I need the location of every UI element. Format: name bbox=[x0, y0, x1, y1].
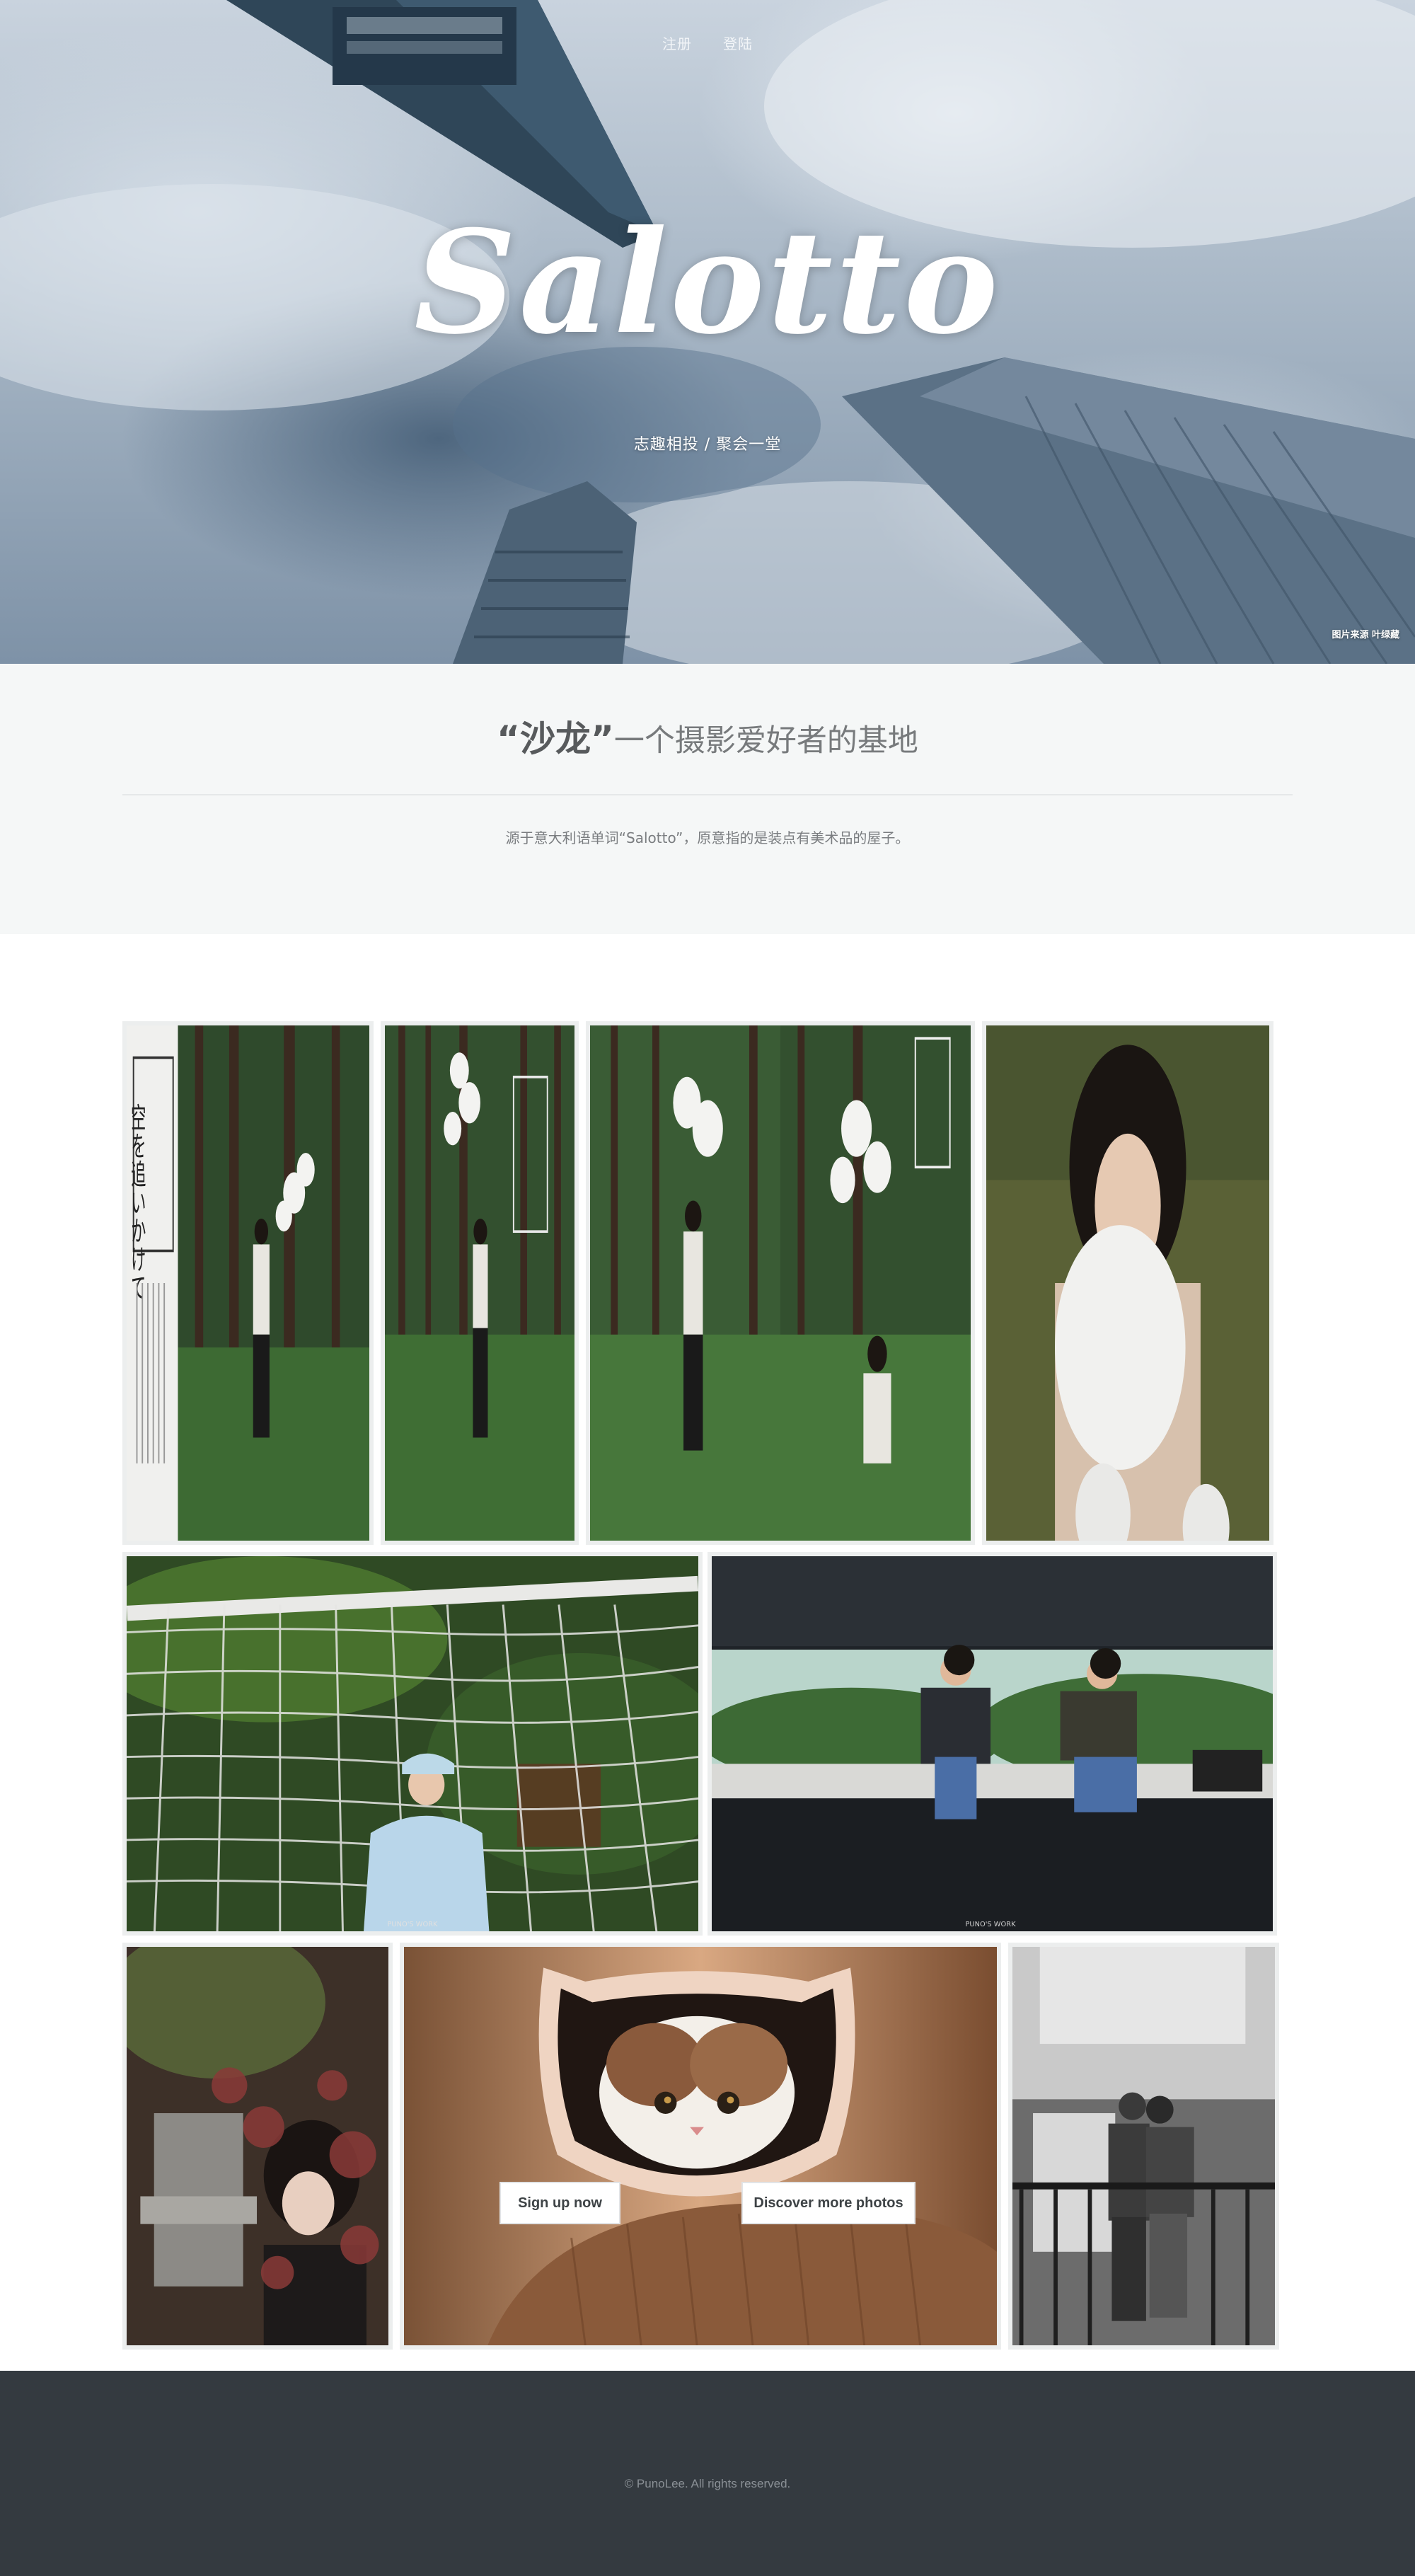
footer: © PunoLee. All rights reserved. bbox=[0, 2371, 1415, 2576]
photo-image bbox=[1012, 1947, 1275, 2345]
hero-tagline: 志趣相投 / 聚会一堂 bbox=[633, 436, 782, 454]
copyright-text: © PunoLee. All rights reserved. bbox=[624, 2477, 791, 2490]
gallery-photo-girl-white-balloon[interactable] bbox=[982, 1021, 1274, 1545]
gallery-photo-poster-balloons[interactable]: 空を追いかけて bbox=[122, 1021, 374, 1545]
photo-image bbox=[404, 1947, 997, 2345]
photo-image: 空を追いかけて bbox=[127, 1025, 369, 1541]
hero-banner: 注册 登陆 Salotto 志趣相投 / 聚会一堂 图片来源 叶绿藏 bbox=[0, 0, 1415, 664]
gallery-photo-girl-soccer-net[interactable]: PUNO'S WORK bbox=[122, 1552, 703, 1936]
photo-image bbox=[986, 1025, 1269, 1541]
gallery-photo-couple-balcony[interactable] bbox=[1008, 1943, 1279, 2350]
nav-signup-link[interactable]: 注册 bbox=[662, 33, 692, 53]
photo-watermark: PUNO'S WORK bbox=[387, 1921, 438, 1928]
photo-credit: 图片来源 叶绿藏 bbox=[1332, 630, 1399, 640]
site-logo: Salotto bbox=[414, 200, 1001, 366]
signup-button[interactable]: Sign up now bbox=[499, 2182, 620, 2224]
gallery-photo-two-men-ledge[interactable]: PUNO'S WORK bbox=[708, 1552, 1277, 1936]
photo-watermark: PUNO'S WORK bbox=[966, 1921, 1017, 1928]
intro-description: 源于意大利语单词“Salotto”，原意指的是装点有美术品的屋子。 bbox=[505, 829, 910, 846]
intro-heading-text: 一个摄影爱好者的基地 bbox=[613, 723, 918, 759]
divider bbox=[122, 794, 1293, 795]
photo-image bbox=[385, 1025, 574, 1541]
photo-gallery: 空を追いかけて PUNO'S WORK PUNO'S WORK bbox=[0, 934, 1415, 2350]
photo-image bbox=[127, 1947, 388, 2345]
poster-text: 空を追いかけて bbox=[129, 1103, 146, 1301]
intro-section: “沙龙”一个摄影爱好者的基地 源于意大利语单词“Salotto”，原意指的是装点… bbox=[0, 664, 1415, 934]
intro-heading: “沙龙”一个摄影爱好者的基地 bbox=[0, 711, 1415, 761]
gallery-photo-forest-girl[interactable] bbox=[381, 1021, 579, 1545]
gallery-photo-balloons-collage[interactable] bbox=[586, 1021, 975, 1545]
cta-section: Sign up now Discover more photos bbox=[0, 2182, 1415, 2224]
top-nav: 注册 登陆 bbox=[0, 33, 1415, 53]
intro-heading-emphasis: “沙龙” bbox=[497, 718, 614, 759]
photo-image: PUNO'S WORK bbox=[712, 1556, 1273, 1931]
gallery-photo-girl-maple-leaves[interactable] bbox=[122, 1943, 393, 2350]
photo-image: PUNO'S WORK bbox=[127, 1556, 698, 1931]
discover-photos-button[interactable]: Discover more photos bbox=[741, 2182, 916, 2224]
nav-login-link[interactable]: 登陆 bbox=[723, 33, 753, 53]
gallery-photo-cat-peeking[interactable] bbox=[400, 1943, 1001, 2350]
photo-image bbox=[590, 1025, 971, 1541]
